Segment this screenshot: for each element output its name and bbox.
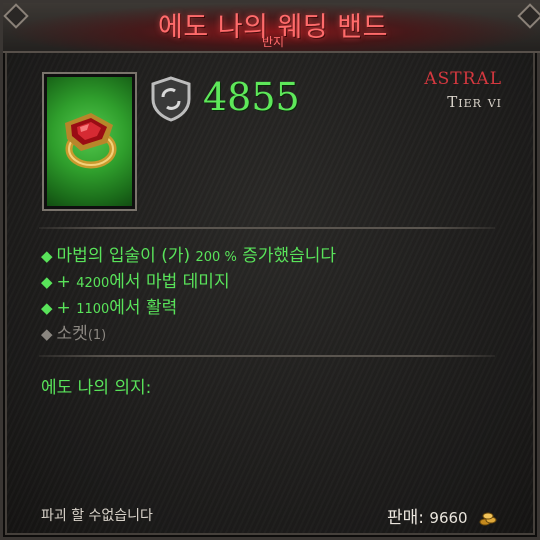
diamond-bullet-icon: ◆ bbox=[41, 299, 53, 317]
sell-price: 판매: 9660 bbox=[387, 503, 497, 528]
item-power-icon bbox=[151, 76, 191, 122]
diamond-bullet-icon: ◆ bbox=[41, 247, 53, 265]
divider bbox=[39, 355, 495, 357]
gold-ring-red-gem-icon bbox=[65, 113, 117, 169]
indestructible-note: 파괴 할 수없습니다 bbox=[41, 508, 153, 524]
sell-label: 판매: bbox=[386, 508, 424, 528]
diamond-bullet-icon: ◆ bbox=[41, 325, 53, 343]
affix-line: ◆ + 1100에서 활력 bbox=[41, 298, 178, 318]
item-image-background bbox=[47, 77, 132, 206]
title-bar: 에도 나의 웨딩 밴드 반지 bbox=[3, 3, 540, 53]
item-tooltip-panel: 에도 나의 웨딩 밴드 반지 4855 ASTRAL Tier vi ◆ 마법의 … bbox=[0, 0, 540, 540]
item-image-frame bbox=[42, 72, 137, 211]
diamond-bullet-icon: ◆ bbox=[41, 273, 53, 291]
divider bbox=[39, 227, 495, 229]
rarity-label: ASTRAL bbox=[424, 69, 502, 89]
affix-line: ◆ 마법의 입술이 (가) 200 % 증가했습니다 bbox=[41, 246, 337, 266]
item-power-value: 4855 bbox=[203, 75, 300, 119]
affix-line: ◆ + 4200에서 마법 데미지 bbox=[41, 272, 230, 292]
item-type: 반지 bbox=[261, 35, 285, 49]
tier-label: Tier vi bbox=[447, 93, 502, 111]
sell-value: 9660 bbox=[429, 509, 468, 527]
set-bonus-heading: 에도 나의 의지: bbox=[41, 378, 152, 398]
socket-line: ◆ 소켓(1) bbox=[41, 324, 107, 344]
gold-coins-icon bbox=[479, 512, 497, 526]
